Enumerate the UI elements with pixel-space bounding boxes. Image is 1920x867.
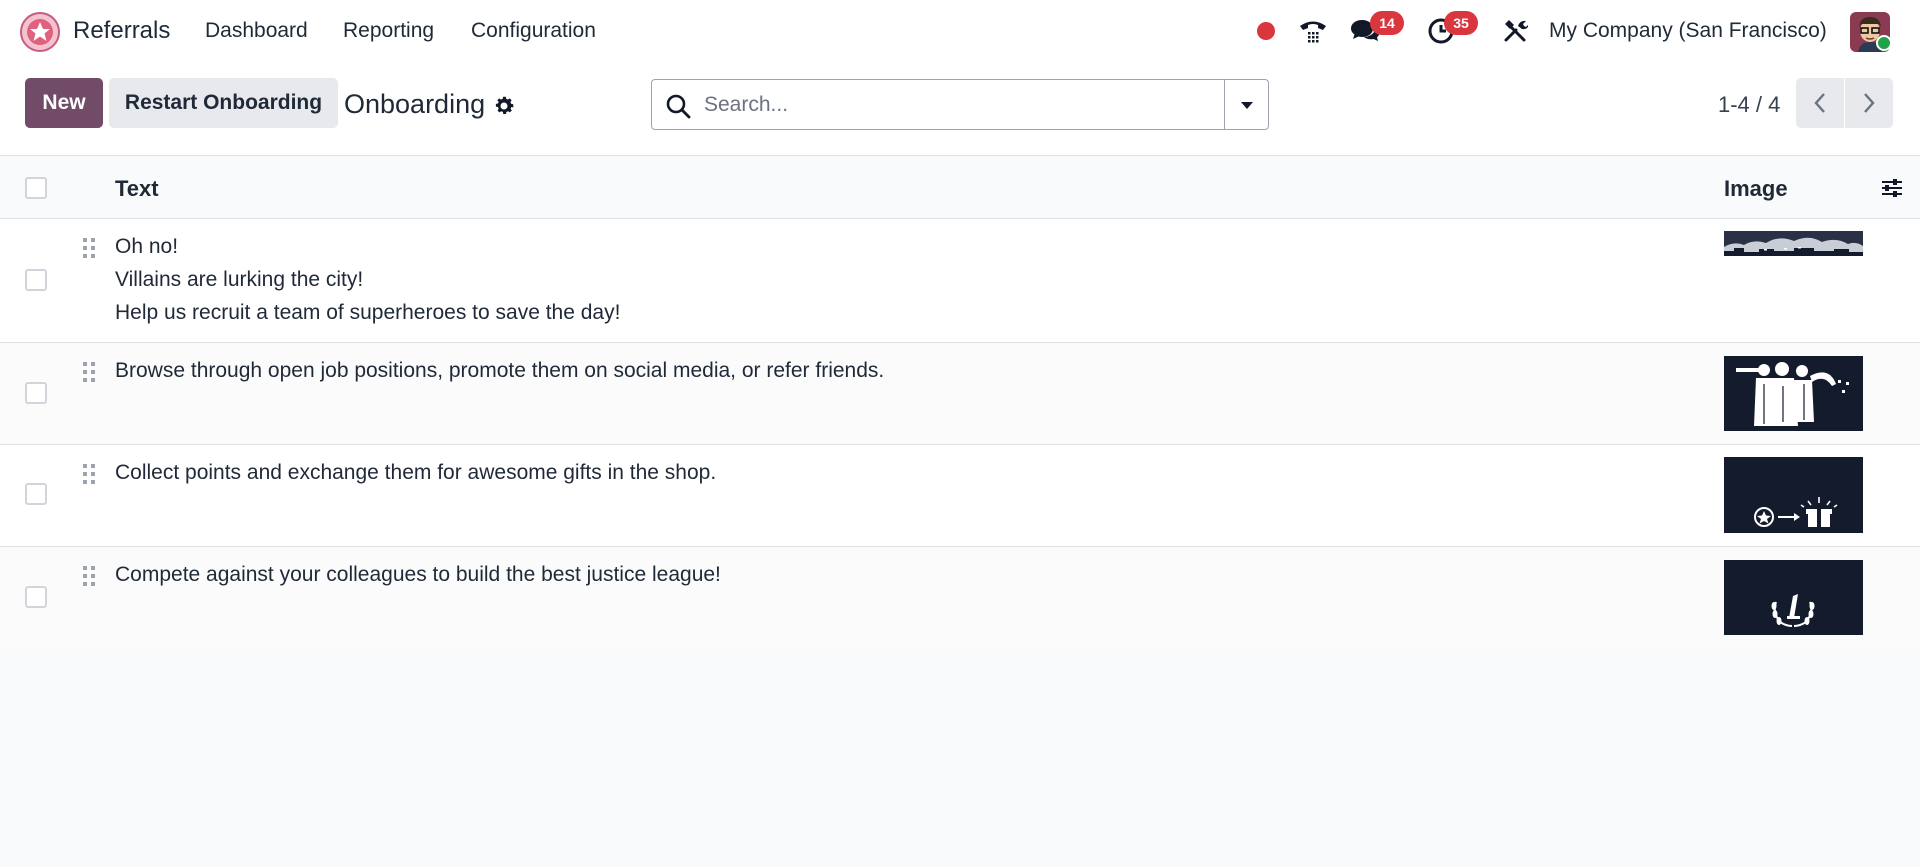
row-checkbox[interactable] xyxy=(25,483,47,505)
row-text-line: Oh no! xyxy=(115,235,179,258)
column-header-text[interactable]: Text xyxy=(115,176,159,202)
first-place-laurel-image xyxy=(1724,560,1863,635)
menu-reporting[interactable]: Reporting xyxy=(343,19,434,43)
company-switcher[interactable]: My Company (San Francisco) xyxy=(1549,19,1827,43)
control-panel: New Restart Onboarding Onboarding 1-4 / … xyxy=(0,64,1920,156)
row-text: Collect points and exchange them for awe… xyxy=(115,456,716,489)
new-button[interactable]: New xyxy=(25,78,103,128)
menu-configuration[interactable]: Configuration xyxy=(471,19,596,43)
table-header: Text Image xyxy=(0,157,1920,219)
row-checkbox[interactable] xyxy=(25,586,47,608)
drag-handle-icon[interactable] xyxy=(81,360,97,384)
drag-handle-icon[interactable] xyxy=(81,462,97,486)
pager-next-button[interactable] xyxy=(1845,78,1893,128)
page-title: Onboarding xyxy=(344,89,486,119)
row-text-line: Browse through open job positions, promo… xyxy=(115,359,885,382)
row-text: Compete against your colleagues to build… xyxy=(115,558,721,591)
gear-icon[interactable] xyxy=(492,94,516,118)
row-checkbox[interactable] xyxy=(25,382,47,404)
drag-handle-icon[interactable] xyxy=(81,564,97,588)
table-row[interactable]: Collect points and exchange them for awe… xyxy=(0,445,1920,547)
row-text-line: Collect points and exchange them for awe… xyxy=(115,461,717,484)
list-empty-area xyxy=(0,647,1920,867)
optional-columns-icon[interactable] xyxy=(1880,176,1904,200)
search-input[interactable] xyxy=(704,80,1204,129)
search-options-toggle[interactable] xyxy=(1224,80,1269,129)
phone-icon[interactable] xyxy=(1296,14,1330,48)
search-icon xyxy=(666,94,691,119)
online-status-indicator xyxy=(1876,35,1892,51)
pager-previous-button[interactable] xyxy=(1796,78,1844,128)
table-row[interactable]: Compete against your colleagues to build… xyxy=(0,547,1920,649)
row-checkbox[interactable] xyxy=(25,269,47,291)
messages-count-badge: 14 xyxy=(1370,11,1404,35)
menu-dashboard[interactable]: Dashboard xyxy=(205,19,308,43)
superheroes-image xyxy=(1724,356,1863,431)
drag-handle-icon[interactable] xyxy=(81,236,97,260)
row-text: Browse through open job positions, promo… xyxy=(115,354,884,387)
points-to-gift-image xyxy=(1724,457,1863,533)
chevron-left-icon xyxy=(1814,93,1825,113)
referrals-app-icon[interactable] xyxy=(18,11,62,53)
chevron-right-icon xyxy=(1864,93,1875,113)
table-row[interactable]: Browse through open job positions, promo… xyxy=(0,343,1920,445)
top-navbar: Referrals Dashboard Reporting Configurat… xyxy=(0,0,1920,64)
onboarding-list: Text Image Oh no! Villains are lurking t… xyxy=(0,157,1920,649)
row-text-line: Compete against your colleagues to build… xyxy=(115,563,721,586)
pager-value[interactable]: 1-4 / 4 xyxy=(1718,92,1780,118)
row-text-line: Villains are lurking the city! xyxy=(115,268,364,291)
caret-down-icon xyxy=(1241,101,1253,109)
select-all-checkbox[interactable] xyxy=(25,177,47,199)
row-text-line: Help us recruit a team of superheroes to… xyxy=(115,301,621,324)
app-name[interactable]: Referrals xyxy=(73,17,170,45)
column-header-image[interactable]: Image xyxy=(1724,176,1788,202)
row-text: Oh no! Villains are lurking the city! He… xyxy=(115,230,620,329)
debug-tools-icon[interactable] xyxy=(1500,14,1530,48)
recording-indicator-icon[interactable] xyxy=(1256,14,1276,48)
table-row[interactable]: Oh no! Villains are lurking the city! He… xyxy=(0,219,1920,343)
activities-count-badge: 35 xyxy=(1444,11,1478,35)
search-bar xyxy=(651,79,1269,130)
restart-onboarding-button[interactable]: Restart Onboarding xyxy=(109,78,338,128)
city-skyline-image xyxy=(1724,231,1863,256)
